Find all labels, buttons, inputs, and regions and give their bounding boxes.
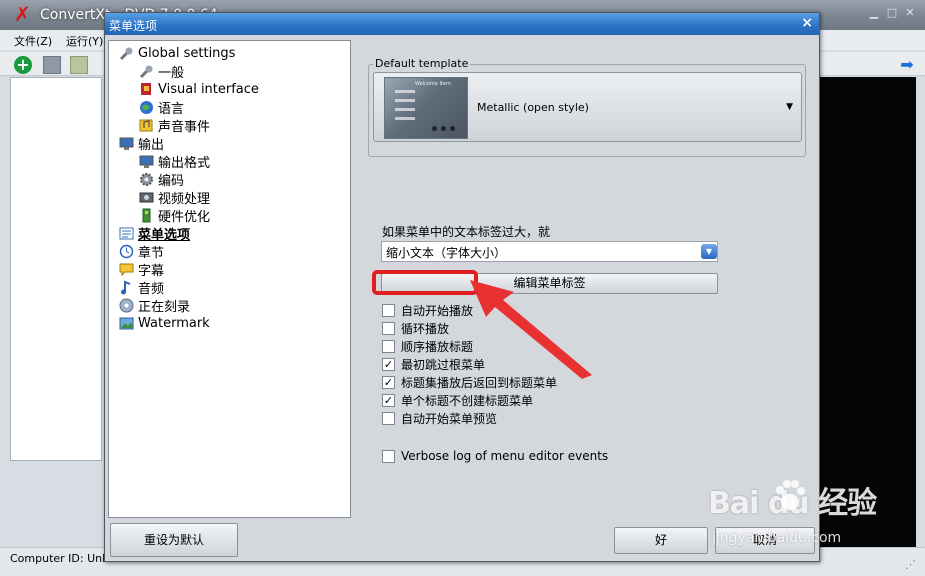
menu-file[interactable]: 文件(Z) xyxy=(14,33,52,49)
paint-icon xyxy=(139,82,154,97)
checkbox-box[interactable] xyxy=(382,303,395,317)
checkbox-auto-menu-preview[interactable]: 自动开始菜单预览 xyxy=(382,410,497,426)
dropdown-arrow-icon[interactable]: ▼ xyxy=(786,102,793,112)
clock-icon xyxy=(119,244,134,259)
tree-item-subtitles[interactable]: 字幕 xyxy=(119,260,164,279)
template-selected-value: Metallic (open style) xyxy=(477,101,589,114)
checkbox-autoplay[interactable]: 自动开始播放 xyxy=(382,302,473,318)
dialog-titlebar: 菜单选项 × xyxy=(105,13,819,35)
sound-icon xyxy=(139,118,154,133)
template-dropdown[interactable]: Welcome Item Metallic (open style) ▼ xyxy=(373,72,802,142)
tree-item-sound-events[interactable]: 声音事件 xyxy=(139,116,210,135)
tree-item-visual-interface[interactable]: Visual interface xyxy=(139,80,259,98)
gear-icon xyxy=(139,172,154,187)
wrench-icon xyxy=(139,64,154,79)
save-icon[interactable] xyxy=(43,56,61,74)
annotation-arrow-icon xyxy=(470,280,592,379)
checkbox-box[interactable]: ✓ xyxy=(382,357,395,371)
maximize-icon[interactable]: □ xyxy=(885,6,899,20)
tree-item-video-processing[interactable]: 视频处理 xyxy=(139,188,210,207)
ok-button[interactable]: 好 xyxy=(614,527,708,554)
annotation-highlight-box xyxy=(372,270,478,295)
template-thumbnail: Welcome Item xyxy=(384,77,468,139)
overflow-selected-value: 缩小文本（字体大小） xyxy=(386,246,507,260)
chevron-down-icon[interactable]: ▼ xyxy=(701,244,717,259)
template-legend: Default template xyxy=(373,57,471,70)
music-icon xyxy=(119,280,134,295)
watermark-icon xyxy=(119,316,134,331)
checkbox-label: 循环播放 xyxy=(401,321,450,336)
settings-tree: Global settings 一般 Visual interface 语言 声… xyxy=(108,40,351,518)
arrow-right-icon[interactable]: ➡ xyxy=(897,55,917,75)
template-thumb-dots xyxy=(432,126,455,131)
monitor-icon xyxy=(139,154,154,169)
window-controls: ▁ □ ✕ xyxy=(867,6,917,20)
checkbox-label: 自动开始播放 xyxy=(401,303,474,318)
checkbox-box[interactable]: ✓ xyxy=(382,393,395,407)
tree-item-encoding[interactable]: 编码 xyxy=(139,170,184,189)
globe-icon xyxy=(139,100,154,115)
tree-item-menu-options[interactable]: 菜单选项 xyxy=(119,224,190,243)
template-thumb-lines xyxy=(395,90,415,126)
reset-defaults-button[interactable]: 重设为默认 xyxy=(110,523,238,557)
minimize-icon[interactable]: ▁ xyxy=(867,6,881,20)
checkbox-box[interactable] xyxy=(382,339,395,353)
tree-item-chapters[interactable]: 章节 xyxy=(119,242,164,261)
resize-grip-icon[interactable]: ⋰ xyxy=(905,558,916,571)
tree-item-watermark[interactable]: Watermark xyxy=(119,314,210,332)
dialog-close-icon[interactable]: × xyxy=(801,15,813,31)
watermark-url: jingyan.baidu.com xyxy=(712,530,842,546)
paw-logo-icon xyxy=(776,480,805,510)
checkbox-box[interactable]: ✓ xyxy=(382,375,395,389)
tree-item-output[interactable]: 输出 xyxy=(119,134,164,153)
checkbox-box[interactable] xyxy=(382,321,395,335)
project-list[interactable] xyxy=(10,77,102,461)
clip-icon[interactable] xyxy=(70,56,88,74)
monitor-icon xyxy=(119,136,134,151)
tree-item-general[interactable]: 一般 xyxy=(139,62,184,81)
checkbox-no-single-title-menu[interactable]: ✓ 单个标题不创建标题菜单 xyxy=(382,392,533,408)
preview-area xyxy=(820,77,916,547)
checkbox-label: 单个标题不创建标题菜单 xyxy=(401,393,534,408)
disc-icon xyxy=(119,298,134,313)
overflow-dropdown[interactable]: 缩小文本（字体大小） ▼ xyxy=(381,241,718,262)
checkbox-box[interactable] xyxy=(382,411,395,425)
checkbox-verbose-log[interactable]: Verbose log of menu editor events xyxy=(382,448,608,464)
wrench-icon xyxy=(119,46,134,61)
tree-item-language[interactable]: 语言 xyxy=(139,98,184,117)
tree-item-global-settings[interactable]: Global settings xyxy=(119,44,235,62)
tree-item-output-format[interactable]: 输出格式 xyxy=(139,152,210,171)
tree-item-hardware-optimization[interactable]: 硬件优化 xyxy=(139,206,210,225)
dialog-title: 菜单选项 xyxy=(109,19,158,33)
menu-run[interactable]: 运行(Y) xyxy=(66,33,103,49)
subtitle-icon xyxy=(119,262,134,277)
tree-item-audio[interactable]: 音频 xyxy=(119,278,164,297)
app-logo-icon: ✗ xyxy=(14,2,31,26)
checkbox-label: Verbose log of menu editor events xyxy=(401,449,609,463)
close-icon[interactable]: ✕ xyxy=(903,6,917,20)
menu-icon xyxy=(119,226,134,241)
checkbox-box[interactable] xyxy=(382,449,395,463)
hardware-icon xyxy=(139,208,154,223)
video-icon xyxy=(139,190,154,205)
computer-id: Computer ID: Unk xyxy=(10,552,109,565)
checkbox-loop-play[interactable]: 循环播放 xyxy=(382,320,449,336)
baidu-watermark: Bai du 经验 jingyan.baidu.com xyxy=(708,478,908,558)
tree-item-burning[interactable]: 正在刻录 xyxy=(119,296,190,315)
add-icon[interactable]: + xyxy=(14,56,32,74)
overflow-label: 如果菜单中的文本标签过大，就 xyxy=(382,225,551,239)
checkbox-sequential-play[interactable]: 顺序播放标题 xyxy=(382,338,473,354)
checkbox-label: 顺序播放标题 xyxy=(401,339,474,354)
template-thumb-title: Welcome Item xyxy=(415,81,451,87)
checkbox-label: 自动开始菜单预览 xyxy=(401,411,498,426)
